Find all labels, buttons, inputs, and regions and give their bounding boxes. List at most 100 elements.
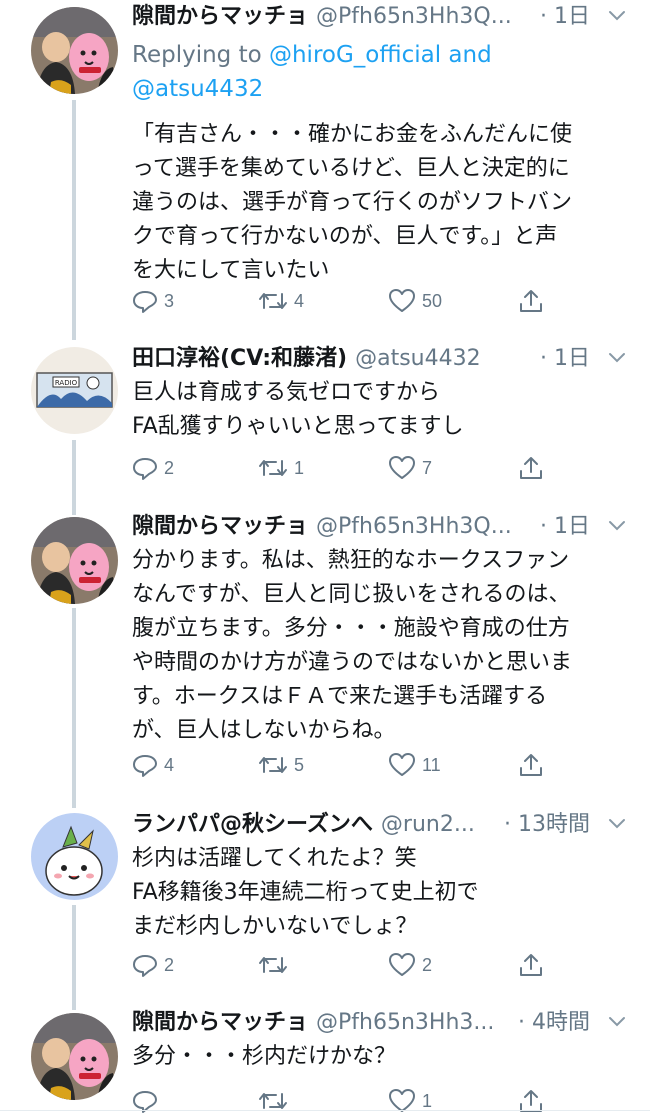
avatar[interactable] (31, 517, 118, 604)
reply-icon (133, 755, 157, 777)
retweet-button[interactable] (258, 948, 294, 982)
retweet-button[interactable]: 1 (258, 451, 304, 485)
tweet-text-line: 「有吉さん・・・確かにお金をふんだんに使 (132, 122, 573, 147)
chevron-down-icon[interactable] (604, 1008, 630, 1034)
timestamp[interactable]: · 4時間 (516, 1006, 590, 1040)
share-icon (520, 457, 542, 479)
tweet[interactable]: RADIO 田口淳裕(CV:和藤渚) @atsu4432 · 1日 巨人は育成する… (0, 340, 650, 510)
author-name[interactable]: 田口淳裕(CV:和藤渚) (132, 346, 347, 371)
chevron-down-icon[interactable] (604, 512, 630, 538)
reply-count: 3 (164, 290, 175, 311)
retweet-icon (259, 293, 287, 309)
like-count: 1 (422, 1090, 433, 1111)
share-icon (520, 754, 542, 776)
tweet-header: 隙間からマッチョ @Pfh65n3Hh3... · 4時間 (132, 1006, 634, 1040)
mention-link[interactable]: @hiroG_official (269, 42, 441, 68)
timestamp[interactable]: · 1日 (538, 342, 590, 376)
timestamp[interactable]: · 1日 (538, 0, 590, 34)
retweet-icon (259, 957, 287, 973)
retweet-count: 1 (294, 457, 305, 478)
mention-link[interactable]: @atsu4432 (132, 76, 263, 102)
heart-icon (389, 456, 415, 479)
reply-icon (133, 458, 157, 480)
reply-count: 2 (164, 954, 175, 975)
tweet-text: 分かります。私は、熱狂的なホークスファン なんですが、巨人と同じ扱いをされるのは… (132, 544, 634, 748)
retweet-icon (259, 757, 287, 773)
tweet-text: 多分・・・杉内だけかな？ (132, 1040, 634, 1074)
like-count: 7 (422, 457, 433, 478)
like-button[interactable]: 1 (388, 1084, 432, 1118)
tweet-text-line: 巨人は育成する気ゼロですから (132, 380, 441, 405)
avatar[interactable] (31, 7, 118, 94)
avatar[interactable] (31, 1013, 118, 1100)
author-name[interactable]: 隙間からマッチョ (132, 514, 308, 539)
tweet[interactable]: 隙間からマッチョ @Pfh65n3Hh3Q... · 1日 Replying to… (0, 0, 650, 340)
retweet-button[interactable] (258, 1084, 294, 1118)
like-button[interactable]: 7 (388, 451, 432, 485)
reply-button[interactable]: 2 (132, 451, 174, 485)
heart-icon (389, 953, 415, 976)
author-name[interactable]: 隙間からマッチョ (132, 1010, 308, 1035)
retweet-count: 5 (294, 754, 305, 775)
share-button[interactable] (518, 284, 544, 318)
like-button[interactable]: 50 (388, 284, 442, 318)
timestamp[interactable]: · 13時間 (502, 808, 590, 842)
tweet-text-line: FA乱獲すりゃいいと思ってますし (132, 414, 464, 439)
share-button[interactable] (518, 748, 544, 782)
author-name[interactable]: 隙間からマッチョ (132, 4, 308, 29)
reply-button[interactable]: 2 (132, 948, 174, 982)
chevron-down-icon[interactable] (604, 344, 630, 370)
heart-icon (389, 289, 415, 312)
mention-and: and (441, 42, 492, 68)
chevron-down-icon[interactable] (604, 810, 630, 836)
tweet-header: 隙間からマッチョ @Pfh65n3Hh3Q... · 1日 (132, 510, 634, 544)
reply-button[interactable] (132, 1084, 164, 1118)
author-handle[interactable]: @Pfh65n3Hh3... (316, 1010, 494, 1035)
macho-avatar-icon (31, 1013, 118, 1100)
retweet-count: 4 (294, 290, 305, 311)
tweet-text-line: や時間のかけ方が違うのではないかと思いま (132, 650, 573, 675)
tweet[interactable]: 隙間からマッチョ @Pfh65n3Hh3... · 4時間 多分・・・杉内だけかな… (0, 1006, 650, 1114)
share-button[interactable] (518, 1084, 544, 1118)
tweet-text: 「有吉さん・・・確かにお金をふんだんに使 って選手を集めているけど、巨人と決定的… (132, 118, 634, 288)
divider (0, 1110, 650, 1111)
share-icon (520, 290, 542, 312)
tweet-header: 隙間からマッチョ @Pfh65n3Hh3Q... · 1日 (132, 0, 634, 34)
tweet-text-line: 腹が立ちます。多分・・・施設や育成の仕方 (132, 616, 570, 641)
tweet[interactable]: ランパパ@秋シーズンへ @run2... · 13時間 杉内は活躍してくれたよ？笑… (0, 808, 650, 1008)
mascot-avatar-icon (31, 813, 118, 900)
retweet-button[interactable]: 5 (258, 748, 304, 782)
tweet-text-line: って選手を集めているけど、巨人と決定的に (132, 156, 570, 181)
replying-to-label: Replying to (132, 42, 269, 68)
avatar[interactable]: RADIO (31, 347, 118, 434)
like-button[interactable]: 2 (388, 948, 432, 982)
reply-button[interactable]: 3 (132, 284, 174, 318)
reply-icon (133, 291, 157, 313)
tweet-actions: 1 (132, 1084, 562, 1118)
tweet-text-line: す。ホークスはＦＡで来た選手も活躍する (132, 684, 548, 709)
tweet-text-line: 違うのは、選手が育って行くのがソフトバン (132, 190, 573, 215)
svg-text:RADIO: RADIO (55, 379, 78, 387)
tweet-header: ランパパ@秋シーズンへ @run2... · 13時間 (132, 808, 634, 842)
like-button[interactable]: 11 (388, 748, 441, 782)
author-handle[interactable]: @run2... (381, 812, 475, 837)
tweet-text-line: 杉内は活躍してくれたよ？笑 (132, 846, 417, 871)
reply-button[interactable]: 4 (132, 748, 174, 782)
author-handle[interactable]: @Pfh65n3Hh3Q... (316, 4, 512, 29)
author-name[interactable]: ランパパ@秋シーズンへ (132, 812, 373, 837)
timestamp[interactable]: · 1日 (538, 510, 590, 544)
author-handle[interactable]: @atsu4432 (355, 346, 481, 371)
tweet[interactable]: 隙間からマッチョ @Pfh65n3Hh3Q... · 1日 分かります。私は、熱狂… (0, 510, 650, 810)
chevron-down-icon[interactable] (604, 2, 630, 28)
tweet-text-line: を大にして言いたい (132, 258, 330, 283)
tweet-text-line: 多分・・・杉内だけかな？ (132, 1044, 397, 1069)
retweet-icon (259, 460, 287, 476)
tweet-text-line: が、巨人はしないからね。 (132, 718, 396, 743)
avatar[interactable] (31, 813, 118, 900)
retweet-button[interactable]: 4 (258, 284, 304, 318)
share-button[interactable] (518, 948, 544, 982)
author-handle[interactable]: @Pfh65n3Hh3Q... (316, 514, 512, 539)
radio-banner-avatar-icon: RADIO (31, 347, 118, 434)
timeline: 隙間からマッチョ @Pfh65n3Hh3Q... · 1日 Replying to… (0, 0, 650, 1114)
share-button[interactable] (518, 451, 544, 485)
